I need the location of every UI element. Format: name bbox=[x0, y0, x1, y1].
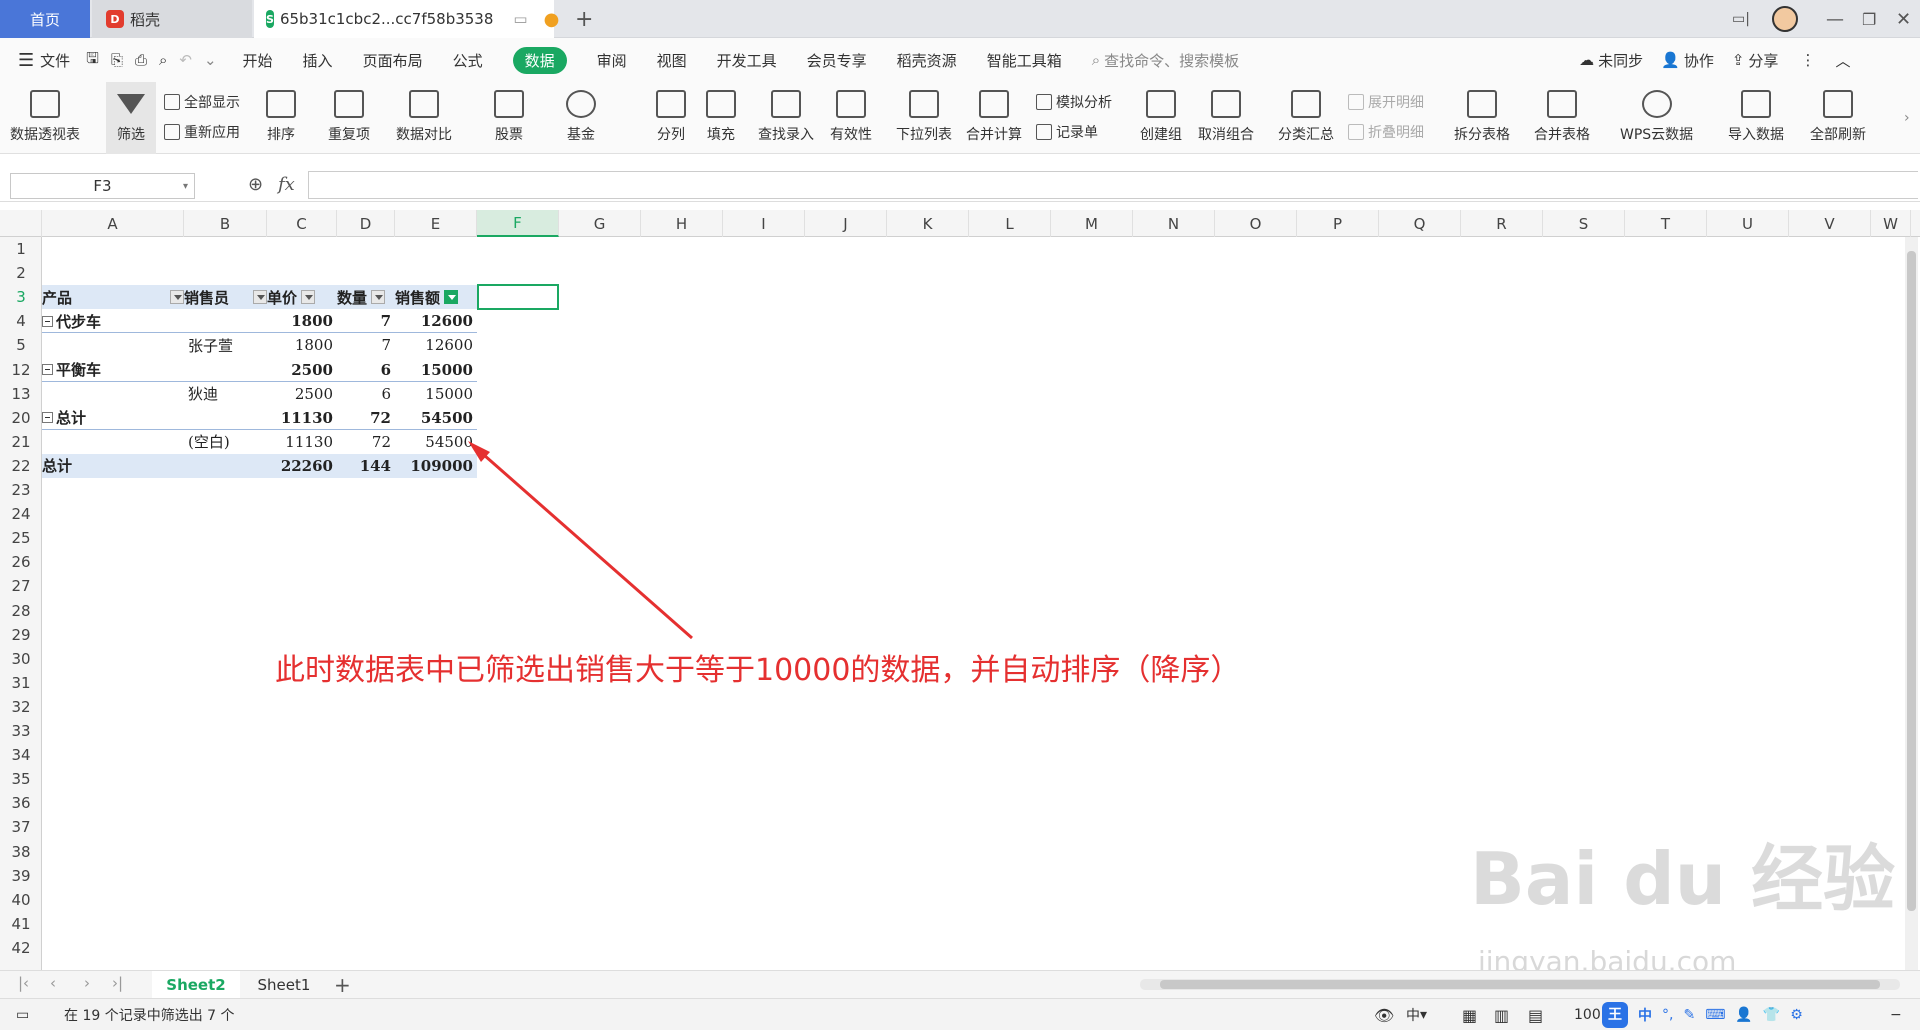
add-sheet-label: + bbox=[334, 972, 351, 997]
prev-sheet-icon[interactable]: ‹ bbox=[50, 974, 56, 992]
ime-skin-icon[interactable]: 👕 bbox=[1763, 1007, 1780, 1023]
ime-logo-icon[interactable]: 王 bbox=[1602, 1002, 1628, 1028]
sheet-tab-bar: |‹ ‹ › ›| Sheet2 Sheet1 + bbox=[0, 970, 1920, 998]
baidu-watermark: Bai du 经验 bbox=[1470, 837, 1896, 921]
horizontal-scrollbar[interactable] bbox=[1140, 979, 1900, 990]
ime-keyboard-icon[interactable]: ⌨ bbox=[1705, 1007, 1725, 1023]
input-mode-label: 中 bbox=[1406, 1008, 1420, 1024]
filter-status-text: 在 19 个记录中筛选出 7 个 bbox=[64, 1008, 235, 1024]
add-sheet-button[interactable]: + bbox=[334, 971, 351, 998]
ime-chinese-icon[interactable]: 中 bbox=[1638, 1005, 1652, 1025]
sheet2-label: Sheet2 bbox=[166, 975, 226, 994]
sheet-tab-sheet1[interactable]: Sheet1 bbox=[244, 971, 324, 998]
page-layout-view-icon[interactable]: ▥ bbox=[1494, 999, 1509, 1031]
sheet-tab-sheet2[interactable]: Sheet2 bbox=[152, 971, 240, 998]
horizontal-scroll-thumb[interactable] bbox=[1160, 980, 1880, 989]
zoom-level[interactable]: 100 bbox=[1574, 999, 1601, 1031]
vertical-scrollbar[interactable] bbox=[1905, 237, 1918, 970]
normal-view-icon[interactable]: ▦ bbox=[1462, 999, 1477, 1031]
last-sheet-icon[interactable]: ›| bbox=[112, 974, 123, 992]
ime-toolbar: 王 中 °, ✎ ⌨ 👤 👕 ⚙ bbox=[1602, 999, 1803, 1031]
next-sheet-icon[interactable]: › bbox=[84, 974, 90, 992]
zoom-out-icon[interactable]: − bbox=[1890, 999, 1902, 1031]
sheet1-label: Sheet1 bbox=[257, 975, 311, 994]
first-sheet-icon[interactable]: |‹ bbox=[18, 974, 29, 992]
ime-settings-icon[interactable]: ⚙ bbox=[1790, 1007, 1803, 1023]
page-break-view-icon[interactable]: ▤ bbox=[1528, 999, 1543, 1031]
status-bar: ▭ 在 19 个记录中筛选出 7 个 👁 中 ▾ ▦ ▥ ▤ 100 王 中 °,… bbox=[0, 998, 1920, 1030]
macro-record-icon[interactable]: ▭ bbox=[16, 999, 29, 1031]
eye-protection-icon[interactable]: 👁 bbox=[1374, 999, 1394, 1031]
ime-handwrite-icon[interactable]: ✎ bbox=[1683, 1007, 1695, 1023]
annotation-arrow-line bbox=[475, 446, 693, 640]
ime-user-icon[interactable]: 👤 bbox=[1735, 1007, 1752, 1023]
ime-punct-icon[interactable]: °, bbox=[1662, 1007, 1673, 1023]
input-mode-indicator[interactable]: 中 ▾ bbox=[1406, 999, 1427, 1031]
vertical-scroll-thumb[interactable] bbox=[1907, 251, 1916, 911]
